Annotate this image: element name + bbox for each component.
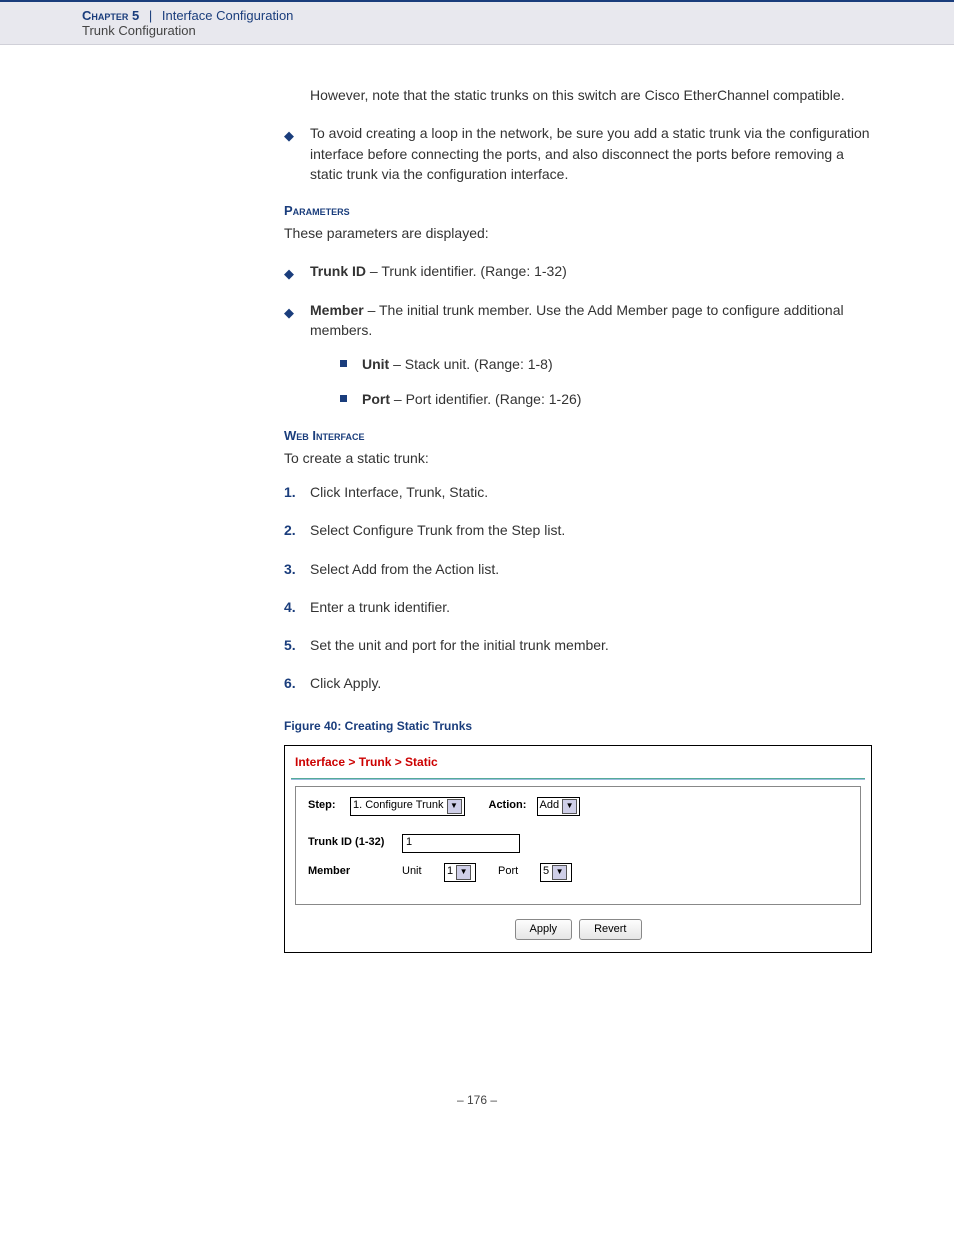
- step-label: Step:: [308, 798, 342, 814]
- param-member: ◆ Member – The initial trunk member. Use…: [284, 300, 872, 409]
- action-select-value: Add: [540, 798, 560, 814]
- step-number: 3.: [284, 559, 296, 579]
- param-port: Port – Port identifier. (Range: 1-26): [340, 389, 872, 409]
- button-bar: Apply Revert: [291, 919, 865, 941]
- step-text: Select Add from the Action list.: [310, 561, 499, 577]
- action-select[interactable]: Add ▼: [537, 797, 581, 816]
- chapter-title: Interface Configuration: [162, 8, 294, 23]
- step-action-row: Step: 1. Configure Trunk ▼ Action: Add ▼: [308, 797, 848, 816]
- section-subtitle: Trunk Configuration: [82, 23, 954, 38]
- step-3: 3. Select Add from the Action list.: [284, 559, 872, 579]
- chevron-down-icon: ▼: [447, 799, 462, 814]
- step-1: 1. Click Interface, Trunk, Static.: [284, 482, 872, 502]
- step-number: 6.: [284, 673, 296, 693]
- step-6: 6. Click Apply.: [284, 673, 872, 693]
- web-interface-heading: Web Interface: [284, 427, 872, 446]
- step-text: Enter a trunk identifier.: [310, 599, 450, 615]
- steps-list: 1. Click Interface, Trunk, Static. 2. Sele…: [284, 482, 872, 694]
- revert-button[interactable]: Revert: [579, 919, 641, 941]
- figure-caption: Figure 40: Creating Static Trunks: [284, 718, 872, 735]
- page-header: Chapter 5 | Interface Configuration Trun…: [0, 0, 954, 45]
- bullet-loop-warning: ◆ To avoid creating a loop in the networ…: [284, 123, 872, 184]
- param-text: – Stack unit. (Range: 1-8): [389, 356, 552, 372]
- square-bullet-icon: [340, 360, 347, 367]
- trunk-id-row: Trunk ID (1-32) 1: [308, 834, 848, 853]
- member-row: Member Unit 1 ▼ Port 5 ▼: [308, 863, 848, 882]
- chevron-down-icon: ▼: [552, 865, 567, 880]
- square-bullet-icon: [340, 395, 347, 402]
- lead-paragraph: However, note that the static trunks on …: [284, 85, 872, 105]
- step-2: 2. Select Configure Trunk from the Step l…: [284, 520, 872, 540]
- param-label: Unit: [362, 356, 389, 372]
- divider: [291, 778, 865, 780]
- param-label: Trunk ID: [310, 263, 366, 279]
- diamond-bullet-icon: ◆: [284, 127, 294, 146]
- diamond-bullet-icon: ◆: [284, 265, 294, 284]
- chapter-label: Chapter 5: [82, 8, 139, 23]
- param-unit: Unit – Stack unit. (Range: 1-8): [340, 354, 872, 374]
- step-select-value: 1. Configure Trunk: [353, 798, 444, 814]
- unit-select[interactable]: 1 ▼: [444, 863, 476, 882]
- unit-label: Unit: [402, 864, 436, 880]
- apply-button[interactable]: Apply: [515, 919, 573, 941]
- web-interface-intro: To create a static trunk:: [284, 448, 872, 468]
- chevron-down-icon: ▼: [562, 799, 577, 814]
- member-label: Member: [308, 864, 394, 880]
- step-text: Click Interface, Trunk, Static.: [310, 484, 488, 500]
- trunk-id-input[interactable]: 1: [402, 834, 520, 853]
- port-select[interactable]: 5 ▼: [540, 863, 572, 882]
- ui-screenshot-frame: Interface > Trunk > Static Step: 1. Conf…: [284, 745, 872, 953]
- step-text: Set the unit and port for the initial tr…: [310, 637, 609, 653]
- header-separator: |: [149, 8, 152, 23]
- breadcrumb: Interface > Trunk > Static: [291, 752, 865, 775]
- trunk-id-label: Trunk ID (1-32): [308, 835, 394, 851]
- chevron-down-icon: ▼: [456, 865, 471, 880]
- port-label: Port: [498, 864, 532, 880]
- step-select[interactable]: 1. Configure Trunk ▼: [350, 797, 465, 816]
- diamond-bullet-icon: ◆: [284, 304, 294, 323]
- trunk-id-value: 1: [406, 835, 412, 851]
- param-text: – The initial trunk member. Use the Add …: [310, 302, 844, 338]
- step-number: 4.: [284, 597, 296, 617]
- unit-select-value: 1: [447, 864, 453, 880]
- step-number: 1.: [284, 482, 296, 502]
- param-label: Port: [362, 391, 390, 407]
- bullet-text: To avoid creating a loop in the network,…: [310, 125, 870, 182]
- param-label: Member: [310, 302, 364, 318]
- ui-panel: Step: 1. Configure Trunk ▼ Action: Add ▼…: [295, 786, 861, 905]
- step-number: 2.: [284, 520, 296, 540]
- param-text: – Trunk identifier. (Range: 1-32): [366, 263, 567, 279]
- step-4: 4. Enter a trunk identifier.: [284, 597, 872, 617]
- step-5: 5. Set the unit and port for the initial …: [284, 635, 872, 655]
- step-number: 5.: [284, 635, 296, 655]
- page-number: – 176 –: [0, 1093, 954, 1137]
- page-content: However, note that the static trunks on …: [0, 45, 954, 953]
- param-text: – Port identifier. (Range: 1-26): [390, 391, 581, 407]
- param-trunk-id: ◆ Trunk ID – Trunk identifier. (Range: 1…: [284, 261, 872, 281]
- parameters-heading: Parameters: [284, 202, 872, 221]
- port-select-value: 5: [543, 864, 549, 880]
- step-text: Select Configure Trunk from the Step lis…: [310, 522, 565, 538]
- step-text: Click Apply.: [310, 675, 381, 691]
- parameters-intro: These parameters are displayed:: [284, 223, 872, 243]
- action-label: Action:: [489, 798, 529, 814]
